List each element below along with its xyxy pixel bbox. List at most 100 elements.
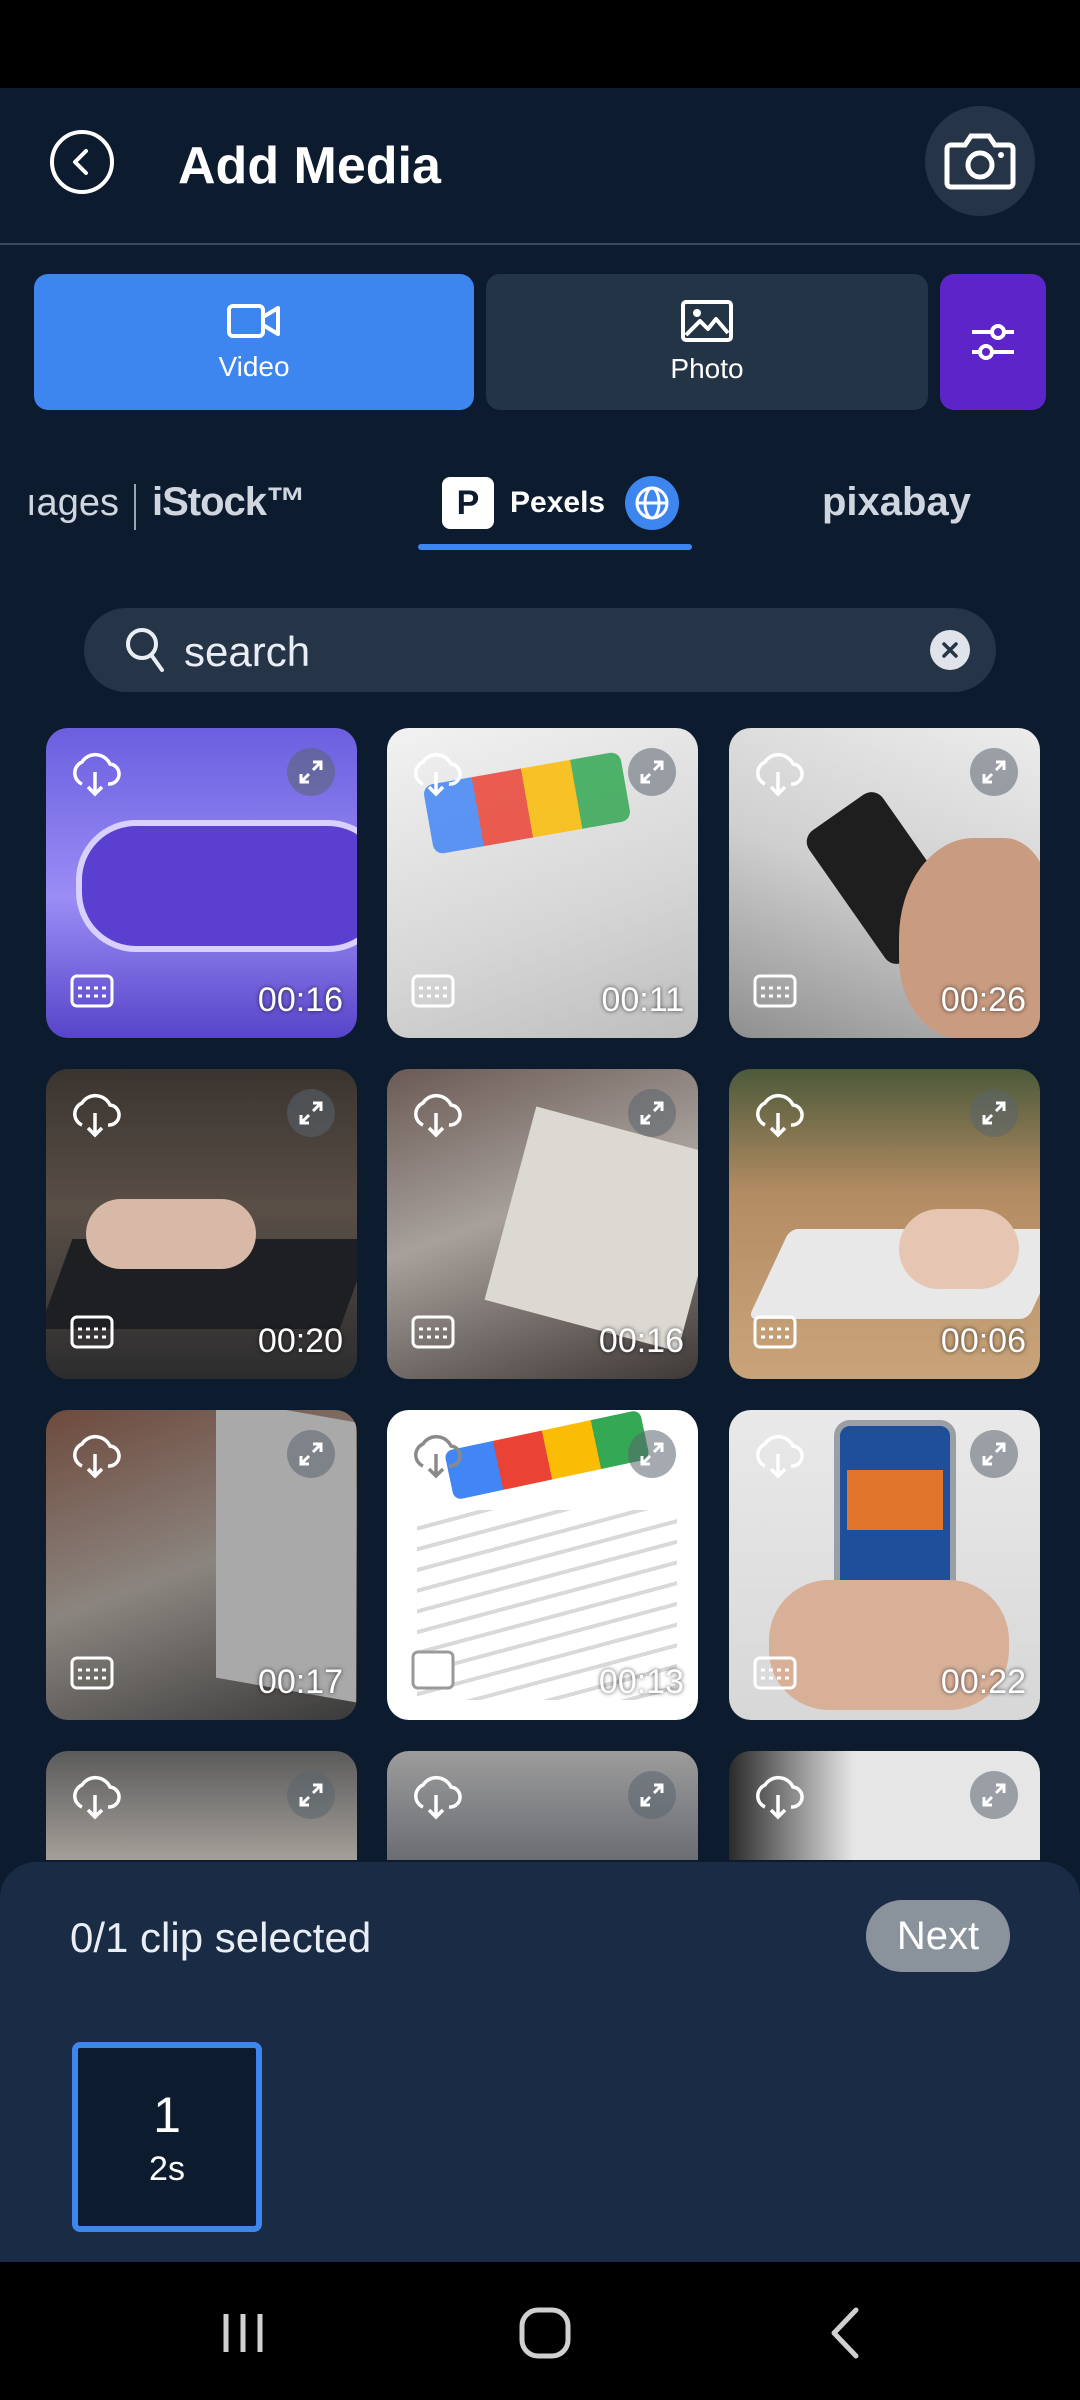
video-camera-icon (227, 304, 280, 338)
active-source-indicator (418, 544, 692, 550)
select-checkbox[interactable] (411, 1650, 455, 1690)
camera-button[interactable] (925, 106, 1035, 216)
video-duration: 00:16 (598, 1322, 684, 1360)
clip-slot[interactable]: 1 2s (72, 2042, 262, 2232)
media-tile[interactable]: 00:20 (46, 1069, 357, 1379)
media-tile[interactable]: 00:11 (387, 728, 698, 1038)
download-icon[interactable] (68, 1091, 122, 1141)
video-duration: 00:13 (598, 1663, 684, 1701)
download-icon[interactable] (751, 1773, 805, 1823)
media-tile[interactable] (387, 1751, 698, 1860)
expand-icon[interactable] (628, 748, 676, 796)
media-tile[interactable]: 00:22 (729, 1410, 1040, 1720)
thumb-hand (899, 1209, 1019, 1289)
chevron-left-icon (73, 149, 88, 175)
expand-icon[interactable] (287, 1771, 335, 1819)
tab-video-label: Video (218, 351, 290, 382)
expand-icon[interactable] (628, 1771, 676, 1819)
camera-icon (944, 133, 1016, 190)
expand-icon[interactable] (287, 748, 335, 796)
clear-search-button[interactable] (930, 630, 970, 670)
thumb-search-pill (76, 820, 357, 952)
download-icon[interactable] (409, 1091, 463, 1141)
source-pexels-label: Pexels (510, 486, 606, 519)
search-input[interactable]: search (184, 628, 310, 676)
search-icon (126, 628, 164, 672)
source-pexels[interactable]: P Pexels (442, 470, 680, 536)
source-pixabay[interactable]: pixabay (822, 480, 971, 525)
media-tile[interactable] (729, 1751, 1040, 1860)
system-nav-bar (0, 2262, 1080, 2400)
thumb-newspaper (484, 1106, 698, 1352)
clip-slot-duration: 2s (149, 2149, 185, 2188)
select-checkbox[interactable] (70, 1315, 114, 1349)
download-icon[interactable] (68, 1432, 122, 1482)
select-checkbox[interactable] (411, 974, 455, 1008)
expand-icon[interactable] (287, 1089, 335, 1137)
media-tile[interactable]: 00:16 (387, 1069, 698, 1379)
home-icon[interactable] (518, 2306, 572, 2360)
download-icon[interactable] (68, 750, 122, 800)
next-button[interactable]: Next (866, 1900, 1010, 1972)
expand-icon[interactable] (970, 1771, 1018, 1819)
selection-panel: 0/1 clip selected Next 1 2s (0, 1862, 1080, 2262)
expand-icon[interactable] (628, 1430, 676, 1478)
thumb-laptop-lid (216, 1410, 356, 1703)
pexels-logo: P (442, 477, 494, 529)
select-checkbox[interactable] (753, 1315, 797, 1349)
media-tile[interactable]: 00:13 (387, 1410, 698, 1720)
select-checkbox[interactable] (411, 1315, 455, 1349)
tab-photo-label: Photo (670, 353, 744, 384)
media-grid: 00:16 00:11 00:26 00:20 00:16 00:06 00:1… (46, 728, 1042, 1860)
select-checkbox[interactable] (70, 974, 114, 1008)
expand-icon[interactable] (628, 1089, 676, 1137)
search-bar[interactable]: search (84, 608, 996, 692)
media-tile[interactable]: 00:16 (46, 728, 357, 1038)
source-getty-images[interactable]: ıages (26, 482, 119, 525)
header: Add Media (0, 88, 1080, 245)
select-checkbox[interactable] (753, 1656, 797, 1690)
select-checkbox[interactable] (70, 1656, 114, 1690)
globe-icon (625, 476, 680, 530)
selection-status: 0/1 clip selected (70, 1914, 372, 1961)
video-duration: 00:06 (940, 1322, 1026, 1360)
thumb-google-logo (443, 1410, 651, 1501)
expand-icon[interactable] (970, 1430, 1018, 1478)
download-icon[interactable] (751, 750, 805, 800)
status-bar (0, 0, 1080, 88)
select-checkbox[interactable] (753, 974, 797, 1008)
back-nav-icon[interactable] (826, 2306, 866, 2360)
video-duration: 00:26 (940, 981, 1026, 1019)
sliders-icon (972, 324, 1014, 360)
media-tile[interactable]: 00:26 (729, 728, 1040, 1038)
media-tile[interactable] (46, 1751, 357, 1860)
media-type-tabs: Video Photo (34, 274, 1046, 410)
source-istock[interactable]: iStock™ (152, 480, 306, 525)
video-duration: 00:16 (257, 981, 343, 1019)
thumb-fire-image (847, 1470, 943, 1530)
image-icon (681, 300, 733, 342)
tab-photo[interactable]: Photo (486, 274, 928, 410)
expand-icon[interactable] (287, 1430, 335, 1478)
page-title: Add Media (178, 137, 441, 195)
clip-slot-number: 1 (153, 2086, 181, 2143)
download-icon[interactable] (409, 1432, 463, 1482)
download-icon[interactable] (409, 750, 463, 800)
tab-video[interactable]: Video (34, 274, 474, 410)
video-duration: 00:11 (601, 981, 684, 1019)
media-tile[interactable]: 00:17 (46, 1410, 357, 1720)
expand-icon[interactable] (970, 1089, 1018, 1137)
media-tile[interactable]: 00:06 (729, 1069, 1040, 1379)
download-icon[interactable] (409, 1773, 463, 1823)
back-button[interactable] (50, 130, 114, 194)
download-icon[interactable] (751, 1091, 805, 1141)
expand-icon[interactable] (970, 748, 1018, 796)
close-icon (942, 642, 958, 658)
filter-button[interactable] (940, 274, 1046, 410)
recent-apps-icon[interactable] (218, 2310, 268, 2356)
source-divider (134, 484, 136, 530)
download-icon[interactable] (751, 1432, 805, 1482)
download-icon[interactable] (68, 1773, 122, 1823)
video-duration: 00:22 (940, 1663, 1026, 1701)
video-duration: 00:20 (257, 1322, 343, 1360)
